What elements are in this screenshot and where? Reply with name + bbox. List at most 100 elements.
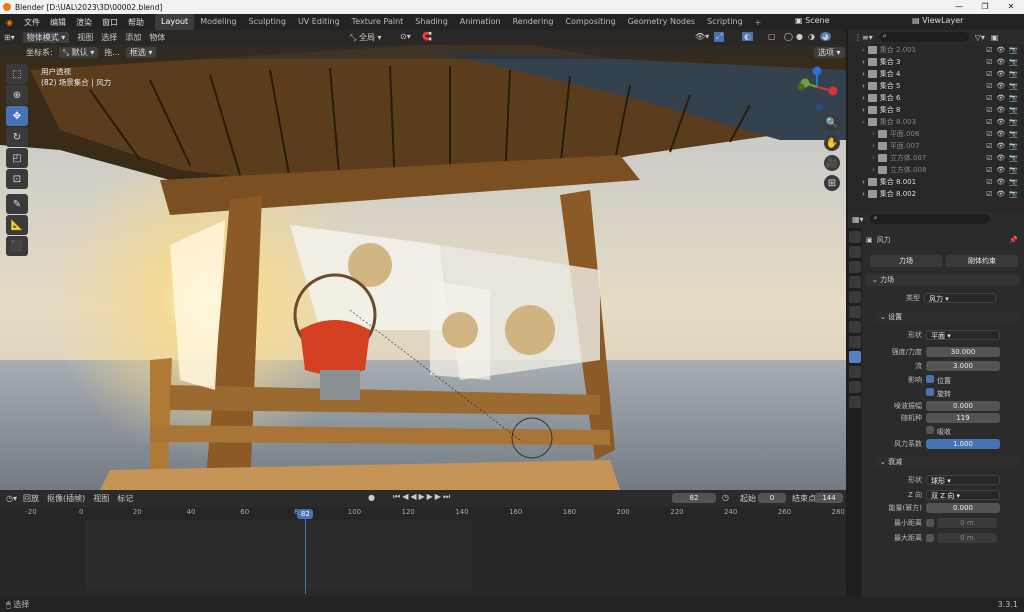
camera-icon[interactable]: 🎥	[824, 155, 840, 171]
output-tab-icon[interactable]	[849, 261, 861, 273]
timeline-menu-item[interactable]: 标记	[117, 493, 133, 504]
expand-arrow-icon[interactable]: ›	[872, 166, 875, 174]
snap-icon[interactable]: 🧲	[422, 32, 432, 41]
visibility-eye-icon[interactable]: 👁	[996, 118, 1005, 126]
outliner-editor-icon[interactable]: ⋮≡▾	[854, 33, 873, 42]
data-tab-icon[interactable]	[849, 381, 861, 393]
end-frame-field[interactable]: 144	[815, 493, 843, 503]
rotation-checkbox[interactable]: 旋转	[926, 387, 951, 399]
editor-type-icon[interactable]: ⊞▾	[4, 33, 15, 42]
viewport-menu-item[interactable]: 选择	[101, 32, 117, 43]
noise-field[interactable]: 0.000	[926, 401, 1000, 411]
visibility-eye-icon[interactable]: 👁	[996, 142, 1005, 150]
visibility-eye-icon[interactable]: 👁	[996, 58, 1005, 66]
rotate-tool-icon[interactable]: ↻	[6, 127, 28, 147]
outliner-row[interactable]: › 集合 4 ☑ 👁 📷	[848, 68, 1024, 80]
timeline-menu-item[interactable]: 抠像(插帧)	[47, 493, 85, 504]
absorb-checkbox[interactable]: 吸收	[926, 425, 951, 437]
expand-arrow-icon[interactable]: ›	[872, 142, 875, 150]
min-distance-checkbox[interactable]	[926, 519, 934, 527]
outliner-row[interactable]: › 集合 8.001 ☑ 👁 📷	[848, 176, 1024, 188]
render-camera-icon[interactable]: 📷	[1009, 46, 1018, 54]
expand-arrow-icon[interactable]: ›	[862, 46, 865, 54]
3d-viewport[interactable]	[0, 30, 846, 490]
transform-orientation[interactable]: ⤡ 全局 ▾	[350, 32, 382, 43]
outliner-row[interactable]: › 立方体.008 ☑ 👁 📷	[848, 164, 1024, 176]
render-camera-icon[interactable]: 📷	[1009, 82, 1018, 90]
include-checkbox-icon[interactable]: ☑	[986, 106, 992, 114]
visibility-icon[interactable]: 👁▾	[695, 32, 709, 41]
options-button[interactable]: 选项 ▾	[814, 47, 845, 58]
visibility-eye-icon[interactable]: 👁	[996, 130, 1005, 138]
flow-field[interactable]: 3.000	[926, 361, 1000, 371]
shape-dropdown[interactable]: 平面 ▾	[926, 330, 1000, 340]
playhead[interactable]: 82	[297, 509, 314, 519]
outliner-row[interactable]: › 集合 8.003 ☑ 👁 📷	[848, 116, 1024, 128]
expand-arrow-icon[interactable]: ›	[872, 130, 875, 138]
include-checkbox-icon[interactable]: ☑	[986, 82, 992, 90]
navigation-gizmo[interactable]	[795, 65, 841, 115]
outliner-row[interactable]: › 集合 3 ☑ 👁 📷	[848, 56, 1024, 68]
timeline-menu-item[interactable]: 视图	[93, 493, 109, 504]
tab-workspace[interactable]: Modeling	[194, 14, 242, 30]
location-checkbox[interactable]: 位置	[926, 374, 951, 386]
render-camera-icon[interactable]: 📷	[1009, 118, 1018, 126]
collection-tab-icon[interactable]	[849, 321, 861, 333]
visibility-eye-icon[interactable]: 👁	[996, 94, 1005, 102]
viewport-menu-item[interactable]: 视图	[77, 32, 93, 43]
expand-arrow-icon[interactable]: ›	[862, 106, 865, 114]
visibility-eye-icon[interactable]: 👁	[996, 46, 1005, 54]
xray-icon[interactable]: ▢	[768, 32, 776, 41]
expand-arrow-icon[interactable]: ›	[862, 94, 865, 102]
filter-icon[interactable]: ▽▾	[975, 33, 985, 42]
select-mode-selector[interactable]: 框选 ▾	[125, 46, 157, 58]
viewport-menu-item[interactable]: 添加	[125, 32, 141, 43]
falloff-shape-dropdown[interactable]: 球形 ▾	[926, 475, 1000, 485]
render-camera-icon[interactable]: 📷	[1009, 142, 1018, 150]
outliner-row[interactable]: › 集合 6 ☑ 👁 📷	[848, 92, 1024, 104]
render-tab-icon[interactable]	[849, 246, 861, 258]
scene-selector[interactable]: ▣ Scene	[795, 16, 830, 25]
visibility-eye-icon[interactable]: 👁	[996, 82, 1005, 90]
visibility-eye-icon[interactable]: 👁	[996, 106, 1005, 114]
force-field-button[interactable]: 力场	[870, 255, 942, 267]
timeline-menu-item[interactable]: 回放	[23, 493, 39, 504]
coord-selector[interactable]: ⤡ 默认 ▾	[58, 46, 99, 58]
render-camera-icon[interactable]: 📷	[1009, 106, 1018, 114]
menu-item[interactable]: 文件	[24, 18, 40, 27]
type-dropdown[interactable]: 风力 ▾	[924, 293, 996, 303]
overlay-icon[interactable]: ◐	[742, 32, 753, 41]
menu-item[interactable]: 窗口	[102, 18, 118, 27]
z-direction-dropdown[interactable]: 双 Z 向 ▾	[926, 490, 1000, 500]
tab-workspace[interactable]: Shading	[409, 14, 454, 30]
gizmo-icon[interactable]: ⤢	[714, 32, 725, 42]
record-icon[interactable]: ●	[368, 493, 375, 502]
tab-workspace[interactable]: Geometry Nodes	[622, 14, 701, 30]
tab-workspace[interactable]: UV Editing	[292, 14, 346, 30]
include-checkbox-icon[interactable]: ☑	[986, 154, 992, 162]
include-checkbox-icon[interactable]: ☑	[986, 94, 992, 102]
render-camera-icon[interactable]: 📷	[1009, 154, 1018, 162]
outliner-row[interactable]: › 集合 5 ☑ 👁 📷	[848, 80, 1024, 92]
close-button[interactable]: ✕	[998, 0, 1024, 14]
properties-editor-icon[interactable]: ▦▾	[852, 215, 864, 224]
menu-item[interactable]: 编辑	[50, 18, 66, 27]
material-shading-icon[interactable]: ◑	[808, 32, 815, 41]
expand-arrow-icon[interactable]: ›	[862, 118, 865, 126]
render-camera-icon[interactable]: 📷	[1009, 190, 1018, 198]
pin-icon[interactable]: 📌	[1009, 236, 1018, 244]
visibility-eye-icon[interactable]: 👁	[996, 178, 1005, 186]
properties-search-icon[interactable]: ⌕	[869, 214, 990, 224]
menu-item[interactable]: 帮助	[128, 18, 144, 27]
expand-arrow-icon[interactable]: ›	[862, 58, 865, 66]
outliner-search-icon[interactable]: ⌕	[878, 32, 969, 42]
outliner-row[interactable]: › 集合 8 ☑ 👁 📷	[848, 104, 1024, 116]
render-camera-icon[interactable]: 📷	[1009, 178, 1018, 186]
tab-workspace[interactable]: Rendering	[507, 14, 560, 30]
falloff-panel-header[interactable]: ⌄ 衰减	[874, 456, 1020, 468]
expand-arrow-icon[interactable]: ›	[862, 70, 865, 78]
new-collection-icon[interactable]: ▣	[991, 33, 999, 42]
render-camera-icon[interactable]: 📷	[1009, 58, 1018, 66]
object-tab-icon[interactable]	[849, 336, 861, 348]
visibility-eye-icon[interactable]: 👁	[996, 190, 1005, 198]
